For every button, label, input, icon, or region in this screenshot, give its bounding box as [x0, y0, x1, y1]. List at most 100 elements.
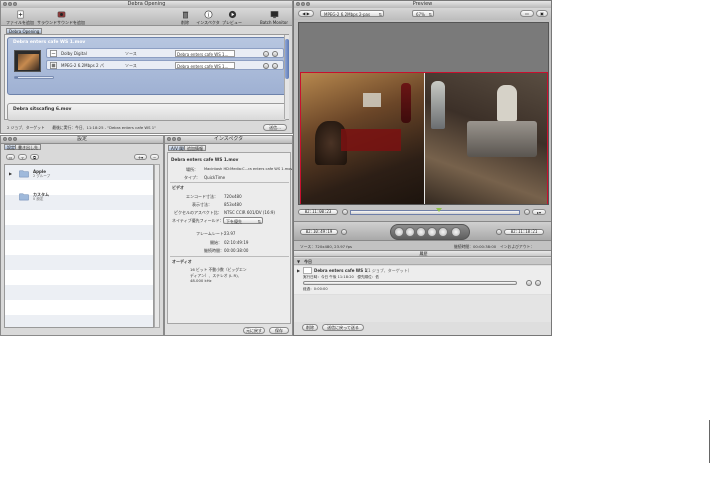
marker-popup-button[interactable]: ▸▾ [532, 209, 546, 215]
mark-out-icon[interactable] [524, 209, 530, 215]
target-row[interactable]: MPEG-2 6.2Mbps 2 パ ソース Debra enters cafe… [46, 60, 284, 70]
history-action-icon[interactable] [526, 280, 532, 286]
disclosure-triangle-icon[interactable]: ▶ [9, 171, 12, 176]
zoom-icon[interactable] [13, 137, 17, 141]
go-to-out-icon[interactable] [496, 229, 502, 235]
add-setting-button[interactable]: +▾ [134, 154, 147, 160]
inspector-titlebar[interactable]: インスペクタ [165, 136, 292, 144]
go-to-end-icon[interactable] [438, 227, 448, 237]
zoom-icon[interactable] [13, 2, 17, 6]
minimize-icon[interactable] [301, 2, 305, 6]
preview-button[interactable]: プレビュー [221, 10, 243, 26]
zoom-icon[interactable] [177, 137, 181, 141]
preview-icon [228, 10, 236, 19]
play-icon[interactable] [416, 227, 426, 237]
add-surround-icon [57, 11, 65, 18]
settings-window: 設定 設定 書き出し先 ▭ ▿ ⧉ +▾ − ▶ Apple 2 グループ カス… [0, 135, 164, 336]
add-surround-button[interactable]: サラウンドサウンドを追加 [36, 10, 86, 26]
minimize-icon[interactable] [8, 2, 12, 6]
audio-heading: オーディオ [172, 259, 192, 264]
revert-button[interactable]: 元に戻す [243, 327, 265, 334]
current-timecode[interactable]: 02:11:00:23 [298, 209, 338, 215]
duplicate-button[interactable]: ▿ [18, 154, 27, 160]
inspector-content: Debra enters cafe WS 1.mov 場所： Macintosh… [167, 152, 293, 324]
nav-back-forward-button[interactable]: ◀ ▶ [298, 10, 314, 17]
tab-additional-info[interactable]: 追加情報 [184, 145, 206, 151]
add-file-button[interactable]: ファイルを追加 [6, 10, 34, 26]
previous-frame-icon[interactable] [405, 227, 415, 237]
remove-target-icon[interactable] [272, 50, 278, 57]
new-group-button[interactable]: ▭ [6, 154, 15, 160]
history-item[interactable]: ▶ Debra enters cafe WS 1 （1 ジョブ、ターゲット） 実… [294, 266, 551, 294]
transport-controls [390, 224, 470, 240]
disclosure-triangle-icon[interactable]: ▼ [297, 259, 300, 264]
timeline-scrubber[interactable] [350, 208, 520, 215]
remove-history-button[interactable]: 削除 [302, 324, 318, 331]
history-remove-icon[interactable] [535, 280, 541, 286]
preview-window: Preview ◀ ▶ MPEG-2 6.2Mbps 2-pas ⇅ 67% ⇅… [293, 0, 552, 336]
batch-monitor-icon [270, 11, 278, 19]
go-to-start-icon[interactable] [394, 227, 404, 237]
submit-button[interactable]: 送信... [263, 124, 287, 131]
job-2[interactable]: Debra sitscafing 6.mov [7, 103, 287, 121]
job-2-name: Debra sitscafing 6.mov [13, 107, 72, 112]
video-canvas[interactable] [298, 22, 549, 205]
history-progress-bar [303, 281, 517, 285]
remove-setting-button[interactable]: − [150, 154, 159, 160]
batch-monitor-button[interactable]: Batch Monitor [259, 10, 289, 25]
popup-arrows-icon: ⇅ [428, 12, 432, 17]
output-field[interactable]: Debra enters cafe WS 1... [175, 62, 235, 69]
settings-title: 設定 [76, 136, 87, 142]
video-heading: ビデオ [172, 185, 184, 190]
remove-target-icon[interactable] [272, 62, 278, 69]
inspector-button[interactable]: i インスペクタ [194, 10, 222, 26]
job-1-progress [14, 76, 54, 79]
file-location: Macintosh HD:Media:C...ra enters cafe WS… [204, 167, 293, 171]
zoom-icon[interactable] [306, 2, 310, 6]
close-icon[interactable] [167, 137, 171, 141]
minimize-icon[interactable] [172, 137, 176, 141]
video-frame [300, 72, 548, 204]
tab-destinations[interactable]: 書き出し先 [15, 144, 41, 150]
delete-button[interactable]: 削除 [178, 10, 192, 26]
history-header: 履歴 [294, 251, 551, 257]
setting-popup[interactable]: MPEG-2 6.2Mbps 2-pas ⇅ [320, 10, 384, 17]
mark-in-icon[interactable] [342, 209, 348, 215]
resubmit-button[interactable]: 送信に戻って送る [322, 324, 364, 331]
playhead[interactable] [436, 208, 442, 212]
save-button[interactable]: 保存 [269, 327, 289, 334]
view-mode-button[interactable]: ▣ [536, 10, 548, 17]
close-icon[interactable] [3, 137, 7, 141]
job-1[interactable]: Debra enters cafe WS 1.mov Dolby Digital… [7, 37, 287, 95]
in-point-timecode[interactable]: 02:10:49:19 [300, 229, 338, 235]
batch-title: Debra Opening [127, 1, 166, 7]
popup-arrows-icon: ⇅ [257, 219, 261, 224]
options-icon[interactable] [263, 62, 269, 69]
transport-bar: 02:10:49:19 02:11:18:21 [294, 221, 551, 241]
list-item[interactable]: ▶ Apple 2 グループ [5, 168, 153, 180]
field-dominance-popup[interactable]: 下を優先 ⇅ [223, 217, 263, 224]
settings-scrollbar[interactable] [154, 164, 160, 328]
out-point-timecode[interactable]: 02:11:18:21 [504, 229, 544, 235]
folder-icon [19, 193, 29, 201]
target-row[interactable]: Dolby Digital ソース Debra enters cafe WS 1… [46, 48, 284, 58]
options-icon[interactable] [263, 50, 269, 57]
copy-button[interactable]: ⧉ [30, 154, 39, 160]
trash-icon [182, 11, 188, 19]
minimize-icon[interactable] [8, 137, 12, 141]
add-file-icon [17, 10, 23, 19]
go-to-in-icon[interactable] [341, 229, 347, 235]
split-mode-button[interactable]: ▭ [520, 10, 534, 17]
output-field[interactable]: Debra enters cafe WS 1... [175, 50, 235, 57]
loop-icon[interactable] [451, 227, 461, 237]
close-icon[interactable] [3, 2, 7, 6]
batch-status: 2 ジョブ、ターゲット 最後に実行：今日、11:18:25 - "Debra e… [7, 125, 156, 130]
next-frame-icon[interactable] [427, 227, 437, 237]
settings-titlebar[interactable]: 設定 [1, 136, 163, 144]
zoom-popup[interactable]: 67% ⇅ [412, 10, 434, 17]
batch-scrollbar[interactable] [284, 35, 289, 119]
history-date-row[interactable]: ▼ 今日 [294, 258, 551, 265]
list-item[interactable]: カスタム 0 設定 [5, 191, 153, 203]
close-icon[interactable] [296, 2, 300, 6]
disclosure-triangle-icon[interactable]: ▶ [297, 268, 300, 273]
